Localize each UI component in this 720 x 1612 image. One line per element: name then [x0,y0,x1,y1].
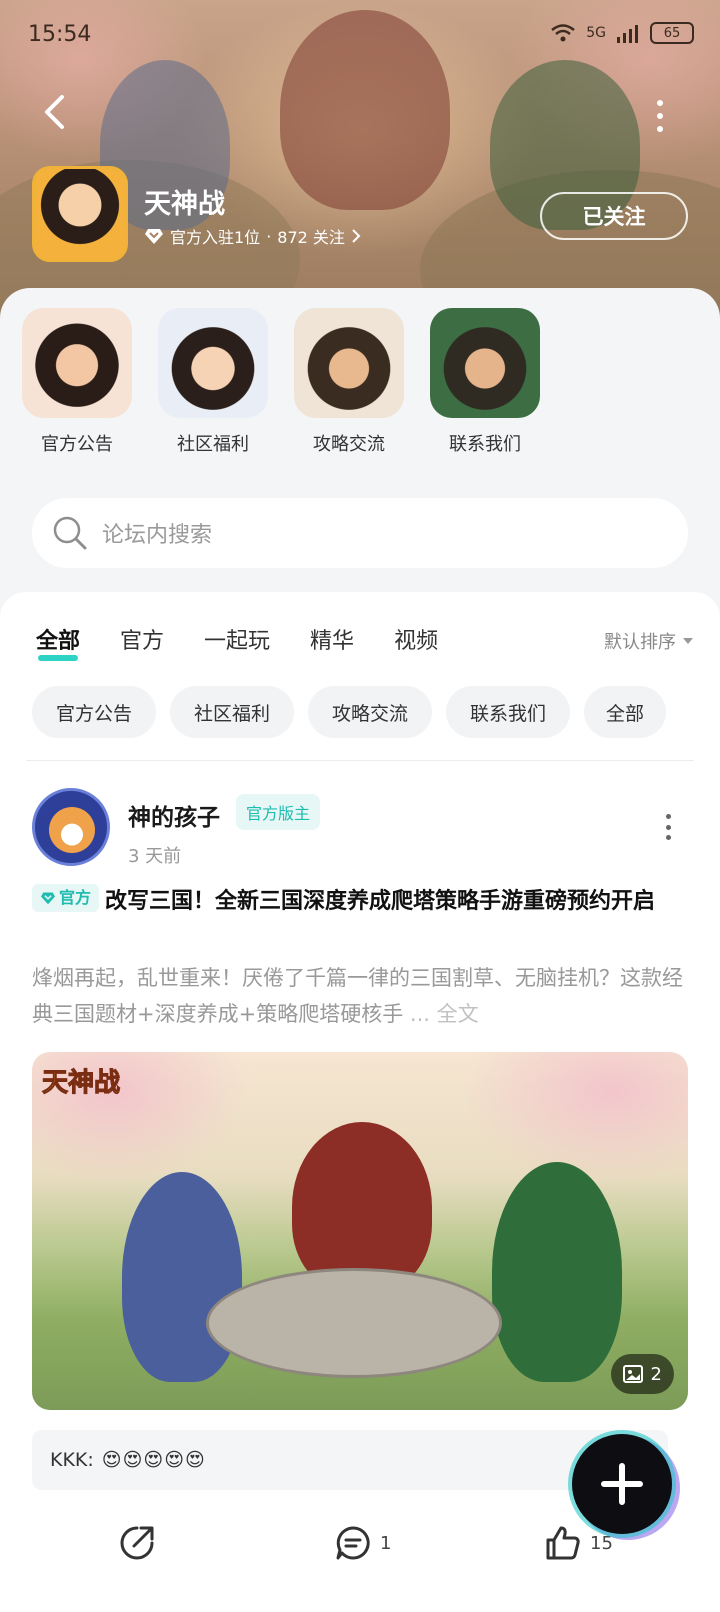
create-post-button[interactable] [572,1434,672,1534]
meta-separator: · [266,226,272,246]
follow-button[interactable]: 已关注 [540,192,688,240]
moderator-badge: 官方版主 [236,794,321,830]
strategy-exchange-icon [294,308,404,418]
post-title-text: 改写三国！全新三国深度养成爬塔策略手游重磅预约开启 [105,889,656,914]
category-chips: 官方公告 社区福利 攻略交流 联系我们 全部 [32,686,692,738]
share-icon [120,1526,154,1560]
plus-icon [601,1463,643,1505]
forum-header-banner: 15:54 5G 65 天神战 官方入驻1位 · 872 关注 已关注 [0,0,720,320]
post-body[interactable]: 烽烟再起，乱世重来！厌倦了千篇一律的三国割草、无脑挂机？这款经典三国题材+深度养… [32,960,688,1032]
tab-video[interactable]: 视频 [394,623,438,655]
chevron-right-icon [352,229,361,243]
image-character [122,1172,242,1382]
image-character [292,1122,432,1292]
follower-count: 872 关注 [277,228,345,247]
more-options-button[interactable] [648,96,672,136]
chip-strategy-exchange[interactable]: 攻略交流 [308,686,432,738]
comment-count: 1 [380,1532,392,1554]
feed-tabs: 全部 官方 一起玩 精华 视频 [36,614,686,664]
shiba-avatar-image [49,807,95,853]
like-count: 15 [590,1532,613,1554]
battery-icon: 65 [650,22,694,44]
quick-link-label: 官方公告 [41,434,113,455]
comment-user: KKK: [50,1449,94,1471]
forum-avatar[interactable] [32,166,128,262]
official-count: 官方入驻1位 [170,228,261,247]
forum-name: 天神战 [144,189,225,220]
network-type: 5G [586,25,606,41]
back-button[interactable] [36,92,72,132]
quick-link-label: 联系我们 [449,434,521,455]
quick-link-label: 攻略交流 [313,434,385,455]
search-icon [53,516,87,550]
dot [665,835,671,840]
post-body-text: 烽烟再起，乱世重来！厌倦了千篇一律的三国割草、无脑挂机？这款经典三国题材+深度养… [32,966,683,1026]
chip-community-welfare[interactable]: 社区福利 [170,686,294,738]
dot [657,126,663,132]
content-sheet: 官方公告 社区福利 攻略交流 联系我们 论坛内搜索 全部 官方 一起玩 精华 视… [0,288,720,1612]
thumbs-up-icon [546,1526,580,1560]
chip-all[interactable]: 全部 [584,686,666,738]
avatar[interactable] [32,788,110,866]
quick-link-official-notice[interactable]: 官方公告 [22,308,132,456]
dot [665,814,671,819]
quick-link-contact-us[interactable]: 联系我们 [430,308,540,456]
dot [657,100,663,106]
search-placeholder: 论坛内搜索 [102,523,213,548]
comment-button[interactable]: 1 [334,1524,391,1562]
image-count-badge: 2 [610,1354,674,1394]
divider [26,760,694,761]
official-notice-icon [22,308,132,418]
tab-featured[interactable]: 精华 [310,623,354,655]
diamond-heart-icon [41,892,55,905]
dot [657,113,663,119]
contact-us-icon [430,308,540,418]
author-name[interactable]: 神的孩子 [128,798,220,832]
tab-all[interactable]: 全部 [36,623,80,661]
battery-level: 65 [663,25,681,41]
quick-links: 官方公告 社区福利 攻略交流 联系我们 [0,308,720,458]
image-count: 2 [650,1363,662,1385]
quick-link-label: 社区福利 [177,434,249,455]
comment-icon [336,1526,370,1560]
official-tag: 官方 [32,884,100,912]
post-time: 3 天前 [128,846,182,867]
image-table [206,1268,502,1378]
post-title[interactable]: 官方 改写三国！全新三国深度养成爬塔策略手游重磅预约开启 [32,884,688,920]
dot [665,824,671,830]
comment-text: 😍😍😍😍😍 [101,1449,206,1471]
tab-play-together[interactable]: 一起玩 [204,623,270,655]
chip-official-notice[interactable]: 官方公告 [32,686,156,738]
image-character [492,1162,622,1382]
search-input[interactable]: 论坛内搜索 [32,498,688,568]
tab-official[interactable]: 官方 [120,623,164,655]
chip-contact-us[interactable]: 联系我们 [446,686,570,738]
signal-icon [617,25,638,43]
forum-meta[interactable]: 官方入驻1位 · 872 关注 [144,224,361,248]
chevron-left-icon [45,95,64,129]
post-image[interactable]: 天神战 2 [32,1052,688,1410]
post-more-button[interactable] [662,814,674,840]
official-tag-label: 官方 [59,888,92,907]
status-icons: 5G 65 [550,22,694,44]
status-bar: 15:54 5G 65 [0,0,720,70]
game-logo: 天神战 [41,1068,121,1099]
sort-dropdown[interactable]: 默认排序 [604,628,694,654]
status-time: 15:54 [28,22,92,47]
caret-down-icon [683,638,693,644]
sort-label: 默认排序 [604,632,676,653]
share-button[interactable] [118,1524,156,1562]
wifi-icon [551,24,576,42]
quick-link-strategy-exchange[interactable]: 攻略交流 [294,308,404,456]
image-icon [622,1365,643,1383]
community-welfare-icon [158,308,268,418]
diamond-heart-icon [145,229,163,244]
read-more-link[interactable]: ... 全文 [410,1002,479,1026]
quick-link-community-welfare[interactable]: 社区福利 [158,308,268,456]
